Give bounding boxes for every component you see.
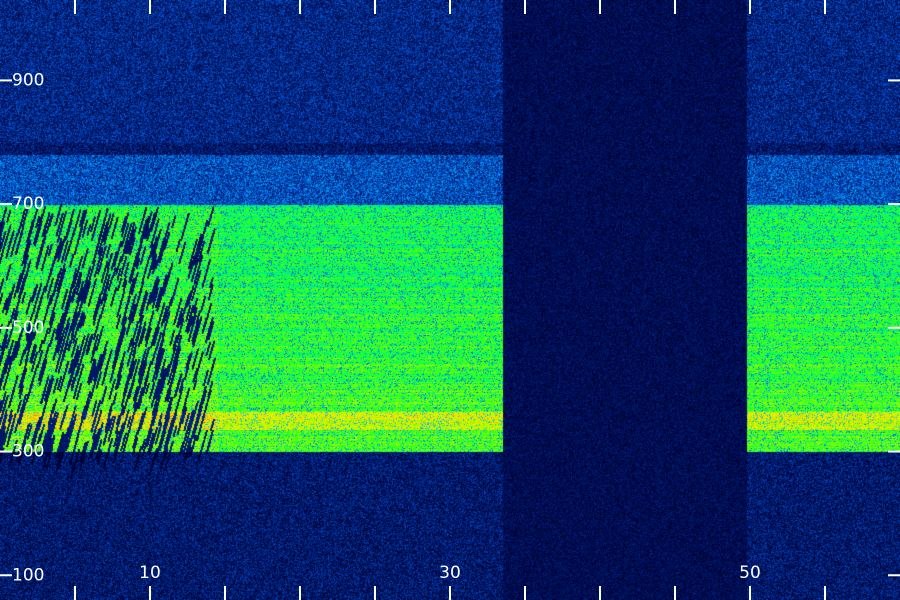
y-tick-label: 500 [12,318,44,338]
x-tick-label: 30 [439,563,461,583]
spectrogram-chart: 10 30 50 100 300 500 700 900 [0,0,900,600]
heatmap-image [0,0,900,600]
y-tick-label: 300 [12,442,44,462]
y-tick-label: 900 [12,70,44,90]
y-tick-label: 100 [12,565,44,585]
x-tick-label: 10 [139,563,161,583]
x-tick-label: 50 [739,563,761,583]
y-tick-label: 700 [12,194,44,214]
spectrogram-figure: 10 30 50 100 300 500 700 900 [0,0,900,600]
